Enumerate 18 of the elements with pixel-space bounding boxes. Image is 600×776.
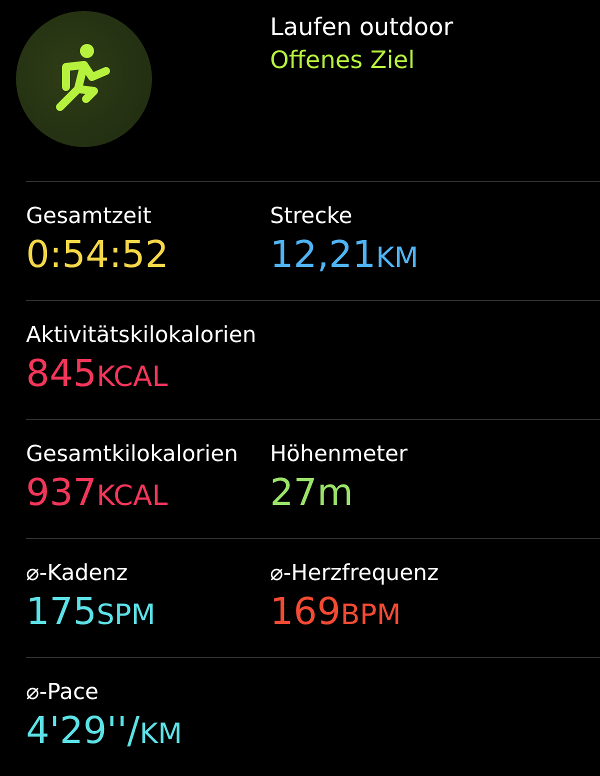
metric-value: 169BPM: [270, 589, 401, 635]
metric-value: 12,21 KM: [270, 232, 418, 278]
metric-label: ⌀-Pace: [26, 679, 99, 707]
metric-label: ⌀-Kadenz: [26, 560, 128, 588]
metric-label: Gesamtkilokalorien: [26, 441, 238, 469]
metric-value: 4'29''/KM: [26, 708, 182, 754]
metric-value: 27m: [270, 470, 354, 516]
metric-value: 175SPM: [26, 589, 156, 635]
metric-label: Strecke: [270, 203, 352, 231]
metric-value: 0:54:52: [26, 232, 169, 278]
metric-label: Höhenmeter: [270, 441, 408, 469]
metric-label: Aktivitätskilokalorien: [26, 322, 256, 350]
metric-value: 937KCAL: [26, 470, 168, 516]
workout-goal: Offenes Ziel: [270, 45, 416, 76]
metric-value: 845KCAL: [26, 351, 168, 397]
metric-label: ⌀-Herzfrequenz: [270, 560, 439, 588]
metric-label: Gesamtzeit: [26, 203, 152, 231]
workout-title: Laufen outdoor: [270, 12, 454, 43]
